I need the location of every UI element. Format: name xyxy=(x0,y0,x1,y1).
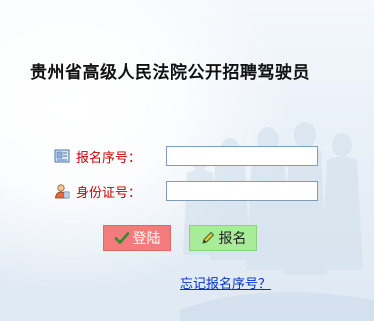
registration-number-row: 报名序号： xyxy=(54,145,318,167)
login-panel: 贵州省高级人民法院公开招聘驾驶员 报名序号： 身份证号： 登陆 报名 忘记报名序… xyxy=(0,0,374,321)
id-number-input[interactable] xyxy=(166,181,318,201)
register-button-label: 报名 xyxy=(218,231,247,247)
login-button-label: 登陆 xyxy=(132,231,161,247)
checkmark-icon xyxy=(114,230,130,246)
page-title: 贵州省高级人民法院公开招聘驾驶员 xyxy=(30,63,310,83)
registration-number-input[interactable] xyxy=(166,146,318,166)
register-button[interactable]: 报名 xyxy=(189,225,257,251)
id-number-row: 身份证号： xyxy=(54,180,318,202)
forgot-registration-number-link[interactable]: 忘记报名序号？ xyxy=(180,273,271,292)
user-icon xyxy=(54,183,70,199)
id-number-label: 身份证号： xyxy=(76,185,142,201)
login-button[interactable]: 登陆 xyxy=(103,225,171,251)
id-card-icon xyxy=(54,148,70,164)
registration-number-label: 报名序号： xyxy=(76,150,142,166)
pencil-icon xyxy=(200,230,216,246)
